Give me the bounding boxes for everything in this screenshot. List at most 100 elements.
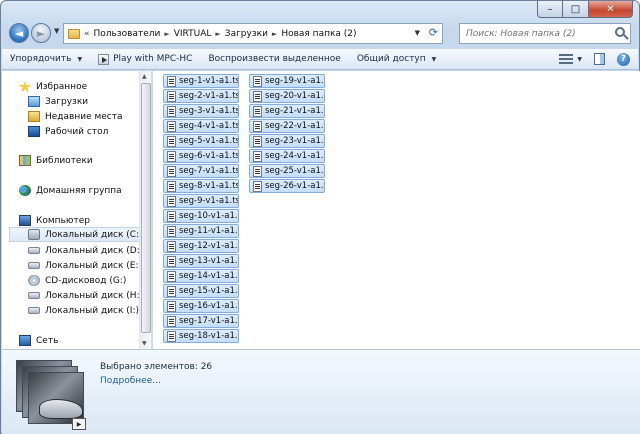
ts-file-icon xyxy=(167,225,176,237)
nav-drive-c[interactable]: Локальный диск (C:) xyxy=(9,227,143,242)
command-bar: Упорядочить ▼ Play with MPC-HC Воспроизв… xyxy=(2,48,638,70)
file-item[interactable]: seg-26-v1-a1.ts xyxy=(249,179,325,193)
breadcrumb-item[interactable]: Загрузки xyxy=(225,29,268,39)
recent-pages-dropdown[interactable]: ▼ xyxy=(54,27,59,35)
views-dropdown-icon[interactable]: ▼ xyxy=(577,56,582,63)
file-item[interactable]: seg-20-v1-a1.ts xyxy=(249,89,325,103)
scroll-up-icon[interactable]: ▲ xyxy=(142,73,147,80)
file-item[interactable]: seg-25-v1-a1.ts xyxy=(249,164,325,178)
breadcrumb-item[interactable]: Пользователи xyxy=(94,29,161,39)
play-selected-button[interactable]: Воспроизвести выделенное xyxy=(200,49,348,69)
nav-homegroup[interactable]: Домашняя группа xyxy=(19,183,122,198)
chevron-down-icon: ▼ xyxy=(431,55,437,63)
nav-drive-d[interactable]: Локальный диск (D:) xyxy=(28,243,143,258)
file-item[interactable]: seg-13-v1-a1.ts xyxy=(163,254,239,268)
selection-thumbnail: ▶ xyxy=(16,356,88,430)
file-name: seg-19-v1-a1.ts xyxy=(265,76,324,86)
search-icon[interactable] xyxy=(615,27,625,37)
file-name: seg-18-v1-a1.ts xyxy=(179,331,238,341)
file-item[interactable]: seg-19-v1-a1.ts xyxy=(249,74,325,88)
refresh-icon[interactable]: ⟳ xyxy=(429,26,438,39)
nav-downloads[interactable]: Загрузки xyxy=(28,94,88,109)
breadcrumb-item[interactable]: Новая папка (2) xyxy=(281,29,356,39)
file-item[interactable]: seg-18-v1-a1.ts xyxy=(163,329,239,343)
ts-file-icon xyxy=(253,105,262,117)
car-image xyxy=(39,399,83,419)
ts-file-icon xyxy=(253,135,262,147)
change-view-icon[interactable] xyxy=(559,54,574,64)
nav-network[interactable]: Сеть xyxy=(19,333,58,348)
share-button[interactable]: Общий доступ ▼ xyxy=(349,49,444,69)
nav-desktop[interactable]: Рабочий стол xyxy=(28,124,108,139)
file-item[interactable]: seg-23-v1-a1.ts xyxy=(249,134,325,148)
forward-button[interactable]: ► xyxy=(31,23,51,43)
play-selected-label: Воспроизвести выделенное xyxy=(208,54,341,64)
file-item[interactable]: seg-9-v1-a1.ts xyxy=(163,194,239,208)
nav-favorites[interactable]: Избранное xyxy=(19,79,87,94)
file-item[interactable]: seg-22-v1-a1.ts xyxy=(249,119,325,133)
breadcrumb-arrow-icon[interactable]: ► xyxy=(215,30,220,38)
breadcrumb-arrow-icon[interactable]: ► xyxy=(272,30,277,38)
ts-file-icon xyxy=(167,255,176,267)
file-item[interactable]: seg-12-v1-a1.ts xyxy=(163,239,239,253)
file-name: seg-22-v1-a1.ts xyxy=(265,121,324,131)
ts-file-icon xyxy=(167,120,176,132)
help-icon[interactable]: ? xyxy=(617,52,630,66)
nav-drive-e[interactable]: Локальный диск (E:) xyxy=(28,258,142,273)
file-item[interactable]: seg-14-v1-a1.ts xyxy=(163,269,239,283)
file-item[interactable]: seg-17-v1-a1.ts xyxy=(163,314,239,328)
file-item[interactable]: seg-11-v1-a1.ts xyxy=(163,224,239,238)
search-input[interactable] xyxy=(466,28,614,39)
preview-pane-icon[interactable] xyxy=(594,53,605,65)
file-item[interactable]: seg-24-v1-a1.ts xyxy=(249,149,325,163)
more-details-link[interactable]: Подробнее... xyxy=(100,376,161,386)
maximize-button[interactable]: □ xyxy=(563,1,589,18)
breadcrumb-item[interactable]: VIRTUAL xyxy=(174,29,212,39)
file-name: seg-3-v1-a1.ts xyxy=(179,106,238,116)
play-mpc-button[interactable]: Play with MPC-HC xyxy=(90,49,200,69)
file-item[interactable]: seg-5-v1-a1.ts xyxy=(163,134,239,148)
search-box[interactable] xyxy=(459,23,631,44)
ts-file-icon xyxy=(167,150,176,162)
scrollbar-thumb[interactable] xyxy=(141,83,151,333)
ts-file-icon xyxy=(167,270,176,282)
file-name: seg-8-v1-a1.ts xyxy=(179,181,238,191)
nav-recent[interactable]: Недавние места xyxy=(28,109,123,124)
details-pane: ▶ Выбрано элементов: 26 Подробнее... xyxy=(2,349,640,434)
computer-icon xyxy=(19,215,31,226)
nav-computer[interactable]: Компьютер xyxy=(19,213,90,228)
organize-label: Упорядочить xyxy=(10,54,72,64)
address-dropdown-icon[interactable]: ▼ xyxy=(415,29,420,37)
file-item[interactable]: seg-6-v1-a1.ts xyxy=(163,149,239,163)
file-item[interactable]: seg-2-v1-a1.ts xyxy=(163,89,239,103)
organize-button[interactable]: Упорядочить ▼ xyxy=(2,49,90,69)
file-item[interactable]: seg-8-v1-a1.ts xyxy=(163,179,239,193)
file-item[interactable]: seg-15-v1-a1.ts xyxy=(163,284,239,298)
file-item[interactable]: seg-1-v1-a1.ts xyxy=(163,74,239,88)
file-item[interactable]: seg-16-v1-a1.ts xyxy=(163,299,239,313)
ts-file-icon xyxy=(167,165,176,177)
drive-icon xyxy=(28,292,40,299)
close-button[interactable]: ✕ xyxy=(589,1,633,18)
breadcrumb-arrow-icon[interactable]: ► xyxy=(164,30,169,38)
breadcrumb-overflow[interactable]: « xyxy=(84,29,90,39)
address-bar[interactable]: « Пользователи ► VIRTUAL ► Загрузки ► Но… xyxy=(63,23,443,44)
file-item[interactable]: seg-3-v1-a1.ts xyxy=(163,104,239,118)
nav-drive-i[interactable]: Локальный диск (I:) xyxy=(28,303,139,318)
chevron-down-icon: ▼ xyxy=(77,55,83,63)
file-item[interactable]: seg-10-v1-a1.ts xyxy=(163,209,239,223)
nav-drive-h[interactable]: Локальный диск (H:) xyxy=(28,288,143,303)
file-item[interactable]: seg-21-v1-a1.ts xyxy=(249,104,325,118)
nav-libraries[interactable]: Библиотеки xyxy=(19,153,93,168)
file-item[interactable]: seg-7-v1-a1.ts xyxy=(163,164,239,178)
minimize-button[interactable]: – xyxy=(537,1,563,18)
back-button[interactable]: ◄ xyxy=(9,23,29,43)
file-item[interactable]: seg-4-v1-a1.ts xyxy=(163,119,239,133)
cd-drive-icon xyxy=(28,275,40,286)
nav-scrollbar[interactable]: ▲ ▼ xyxy=(139,71,151,349)
star-icon xyxy=(19,81,31,92)
scroll-down-icon[interactable]: ▼ xyxy=(142,340,147,347)
file-name: seg-4-v1-a1.ts xyxy=(179,121,238,131)
nav-drive-g[interactable]: CD-дисковод (G:) xyxy=(28,273,126,288)
ts-file-icon xyxy=(253,75,262,87)
